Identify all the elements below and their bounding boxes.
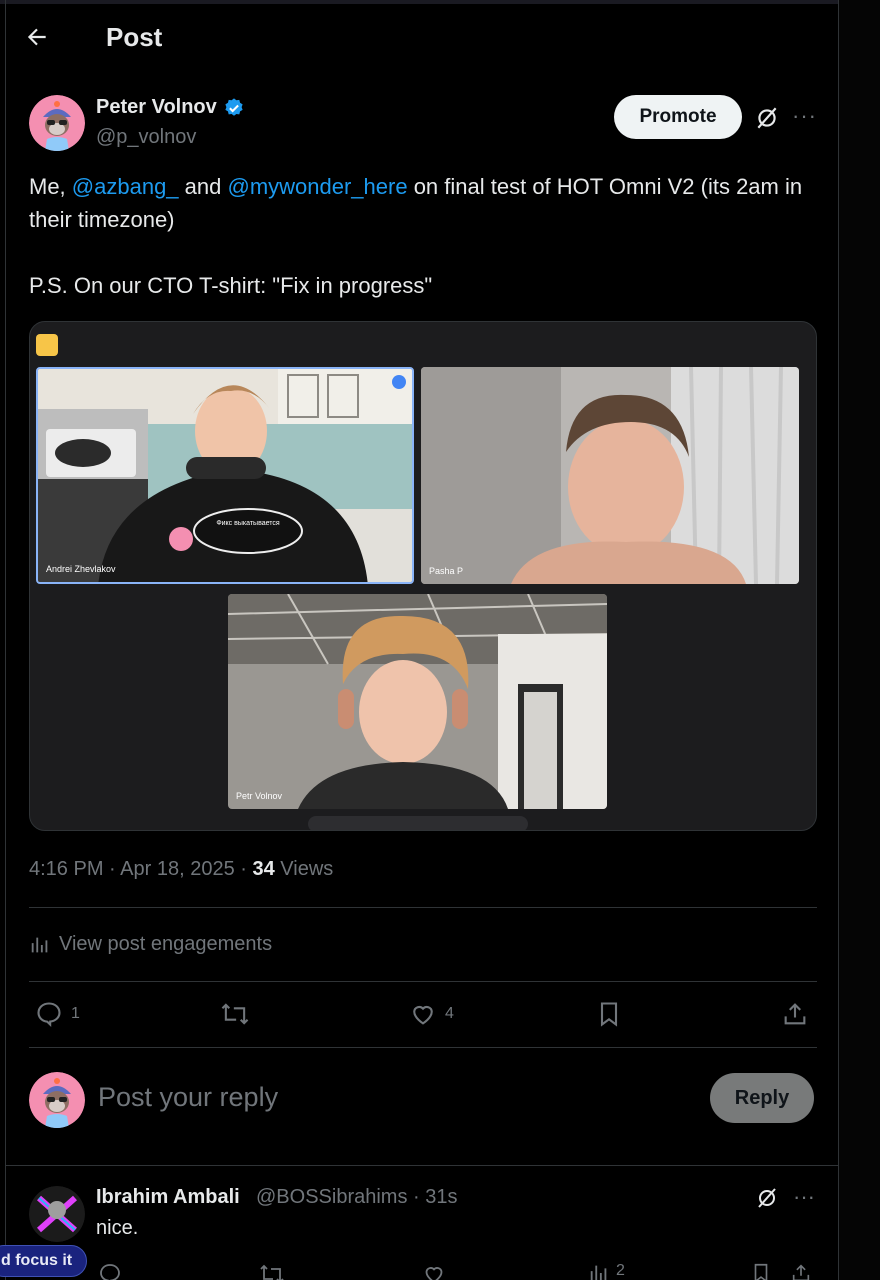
reactions-bar[interactable] bbox=[308, 816, 528, 830]
post-text-ps: P.S. On our CTO T-shirt: "Fix in progres… bbox=[29, 273, 433, 298]
mention-link[interactable]: @azbang_ bbox=[72, 174, 179, 199]
reply-button[interactable]: Reply bbox=[710, 1073, 814, 1123]
bookmark-icon[interactable] bbox=[750, 1262, 772, 1280]
commenter-handle[interactable]: @BOSSibrahims · 31s bbox=[256, 1186, 457, 1209]
divider bbox=[6, 1165, 838, 1166]
verified-badge-icon bbox=[225, 97, 243, 116]
post-actions: 1 4 bbox=[29, 1000, 817, 1032]
office-scene bbox=[228, 594, 607, 809]
post-meta: 4:16 PM · Apr 18, 2025 · 34 Views bbox=[29, 858, 334, 880]
repost-action[interactable] bbox=[219, 1000, 251, 1028]
monkey-avatar-icon bbox=[29, 1072, 85, 1128]
author-name[interactable]: Peter Volnov bbox=[96, 96, 217, 119]
views-action[interactable]: 2 bbox=[588, 1262, 625, 1280]
commenter-name[interactable]: Ibrahim Ambali bbox=[96, 1186, 240, 1209]
grok-icon[interactable] bbox=[754, 105, 780, 131]
shirt-text: Фикс выкатывается bbox=[216, 520, 280, 527]
like-action[interactable]: 4 bbox=[409, 1000, 454, 1028]
more-options-icon[interactable]: ··· bbox=[792, 104, 816, 128]
post-text-segment: Me, bbox=[29, 174, 72, 199]
kitchen-scene bbox=[38, 369, 412, 582]
repost-icon[interactable] bbox=[258, 1262, 286, 1280]
participant-label: Petr Volnov bbox=[236, 791, 283, 801]
post-time[interactable]: 4:16 PM bbox=[29, 858, 103, 880]
promote-button[interactable]: Promote bbox=[614, 95, 742, 139]
tile-options-icon[interactable] bbox=[392, 375, 406, 389]
author-avatar[interactable] bbox=[29, 95, 85, 151]
back-arrow-icon[interactable] bbox=[24, 24, 50, 50]
mention-link[interactable]: @mywonder_here bbox=[227, 174, 407, 199]
video-tile-petr: Petr Volnov bbox=[228, 594, 607, 809]
right-gutter bbox=[839, 0, 880, 1280]
divider bbox=[29, 981, 817, 982]
heart-icon[interactable] bbox=[422, 1262, 446, 1280]
monkey-avatar-icon bbox=[29, 95, 85, 151]
heart-icon bbox=[413, 1005, 433, 1025]
recording-icon bbox=[36, 334, 58, 356]
repost-icon bbox=[221, 1003, 249, 1025]
post-text: Me, @azbang_ and @mywonder_here on final… bbox=[29, 170, 819, 302]
reply-input[interactable]: Post your reply bbox=[98, 1082, 278, 1113]
column-border-left bbox=[5, 0, 6, 1280]
reply-icon bbox=[37, 1002, 61, 1027]
like-count: 4 bbox=[445, 1005, 454, 1022]
share-action[interactable] bbox=[781, 1000, 809, 1028]
my-avatar[interactable] bbox=[29, 1072, 85, 1128]
view-engagements-link[interactable]: View post engagements bbox=[29, 933, 272, 956]
engagements-label: View post engagements bbox=[59, 933, 273, 955]
comment-text: nice. bbox=[96, 1217, 139, 1239]
views-count: 34 bbox=[252, 858, 275, 880]
analytics-icon bbox=[31, 937, 48, 952]
reply-icon[interactable] bbox=[98, 1262, 122, 1280]
comment-views: 2 bbox=[616, 1262, 625, 1279]
page: Post Peter Volnov @p_volnov Promote ··· … bbox=[0, 0, 880, 1280]
xfactor-avatar-icon bbox=[29, 1186, 85, 1242]
post-date[interactable]: Apr 18, 2025 bbox=[120, 858, 235, 880]
participant-label: Andrei Zhevlakov bbox=[46, 564, 116, 574]
room-scene bbox=[421, 367, 799, 584]
reply-action[interactable]: 1 bbox=[35, 1000, 80, 1028]
share-icon[interactable] bbox=[790, 1262, 812, 1280]
page-title: Post bbox=[106, 22, 163, 52]
post-text-segment: and bbox=[178, 174, 228, 199]
author-name-row: Peter Volnov bbox=[96, 96, 245, 119]
bookmark-icon bbox=[600, 1002, 618, 1027]
video-tile-pasha: Pasha P bbox=[421, 367, 799, 584]
video-tile-andrei: Andrei Zhevlakov Фикс выкатывается bbox=[36, 367, 414, 584]
participant-label: Pasha P bbox=[429, 566, 464, 576]
grok-icon[interactable] bbox=[755, 1186, 779, 1210]
reply-count: 1 bbox=[71, 1005, 80, 1022]
divider bbox=[29, 1047, 817, 1048]
divider bbox=[29, 907, 817, 908]
views-label: Views bbox=[280, 858, 334, 880]
author-handle[interactable]: @p_volnov bbox=[96, 126, 196, 149]
post-media[interactable]: Andrei Zhevlakov Фикс выкатывается Pasha… bbox=[29, 321, 817, 831]
bookmark-action[interactable] bbox=[595, 1000, 623, 1028]
more-options-icon[interactable]: ··· bbox=[792, 1185, 816, 1209]
comment-actions: 2 bbox=[96, 1262, 816, 1280]
focus-toast[interactable]: d focus it bbox=[0, 1245, 88, 1277]
commenter-avatar[interactable] bbox=[29, 1186, 85, 1242]
share-icon bbox=[784, 1003, 806, 1025]
analytics-icon bbox=[590, 1265, 607, 1280]
